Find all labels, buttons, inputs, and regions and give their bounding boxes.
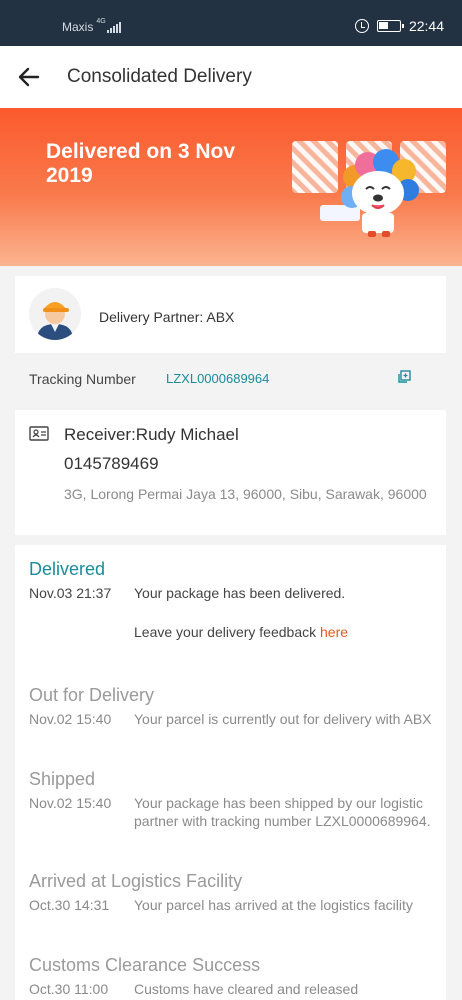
battery-icon xyxy=(376,20,404,32)
feedback-link[interactable]: here xyxy=(320,624,348,640)
timeline-event: Arrived at Logistics Facility Oct.30 14:… xyxy=(29,871,439,914)
event-row: Oct.30 11:00 Customs have cleared and re… xyxy=(29,980,439,998)
event-time: Nov.02 15:40 xyxy=(29,795,112,811)
mascot-illustration xyxy=(292,141,446,237)
network-type: 4G xyxy=(96,17,106,25)
event-description: Your package has been delivered. xyxy=(134,585,346,601)
timeline-event: Customs Clearance Success Oct.30 11:00 C… xyxy=(29,955,439,998)
event-time: Oct.30 11:00 xyxy=(29,981,109,997)
tracking-timeline: Delivered Nov.03 21:37 Your package has … xyxy=(15,545,446,1000)
banner-title: Delivered on 3 Nov 2019 xyxy=(46,140,236,187)
event-description: Customs have cleared and released xyxy=(134,981,359,997)
signal-icon xyxy=(106,21,121,33)
event-title: Shipped xyxy=(29,769,96,789)
event-title: Out for Delivery xyxy=(29,685,155,705)
event-row: Nov.02 15:40 Your package has been shipp… xyxy=(29,794,439,830)
event-time: Oct.30 14:31 xyxy=(29,897,110,913)
event-row: Oct.30 14:31 Your parcel has arrived at … xyxy=(29,896,439,914)
courier-icon xyxy=(29,288,81,340)
event-row: Nov.03 21:37 Your package has been deliv… xyxy=(29,584,439,602)
courier-avatar xyxy=(29,288,81,340)
event-time: Nov.02 15:40 xyxy=(29,711,112,727)
copy-icon[interactable] xyxy=(397,370,411,384)
timeline-event: Shipped Nov.02 15:40 Your package has be… xyxy=(29,769,439,830)
receiver-name: Receiver:Rudy Michael xyxy=(64,425,239,444)
event-title: Delivered xyxy=(29,559,106,579)
timeline-event: Out for Delivery Nov.02 15:40 Your parce… xyxy=(29,685,439,728)
tracking-number-row: Tracking Number LZXL0000689964 xyxy=(15,353,446,400)
status-right: 22:44 xyxy=(354,18,444,34)
page-title: Consolidated Delivery xyxy=(67,66,252,87)
event-description: Your package has been shipped by our log… xyxy=(134,795,431,829)
id-card-icon xyxy=(29,426,49,441)
clock: 22:44 xyxy=(408,18,444,34)
event-time: Nov.03 21:37 xyxy=(29,585,112,601)
alarm-icon xyxy=(354,19,369,33)
tracking-number[interactable]: LZXL0000689964 xyxy=(166,371,269,386)
delivery-partner-label: Delivery Partner: ABX xyxy=(99,309,235,325)
delivery-partner-card: Delivery Partner: ABX xyxy=(15,276,446,353)
receiver-phone: 0145789469 xyxy=(64,454,159,473)
event-title: Arrived at Logistics Facility xyxy=(29,871,243,891)
event-description: Your parcel has arrived at the logistics… xyxy=(134,897,413,913)
feedback-prompt: Leave your delivery feedback here xyxy=(134,624,439,640)
delivery-status-banner: Delivered on 3 Nov 2019 xyxy=(0,108,462,266)
event-title: Customs Clearance Success xyxy=(29,955,261,975)
carrier-name: Maxis xyxy=(62,20,94,34)
receiver-card: Receiver:Rudy Michael 0145789469 3G, Lor… xyxy=(15,410,446,535)
timeline-event: Delivered Nov.03 21:37 Your package has … xyxy=(29,559,439,640)
feedback-text: Leave your delivery feedback xyxy=(134,624,320,640)
back-arrow-icon[interactable] xyxy=(16,64,42,90)
status-bar: Maxis 4G 22:44 xyxy=(0,0,462,46)
event-row: Nov.02 15:40 Your parcel is currently ou… xyxy=(29,710,439,728)
carrier-indicator: Maxis 4G xyxy=(62,17,121,34)
event-description: Your parcel is currently out for deliver… xyxy=(134,711,432,727)
receiver-address: 3G, Lorong Permai Jaya 13, 96000, Sibu, … xyxy=(64,486,427,502)
app-bar: Consolidated Delivery xyxy=(0,46,462,108)
tracking-label: Tracking Number xyxy=(29,371,136,387)
